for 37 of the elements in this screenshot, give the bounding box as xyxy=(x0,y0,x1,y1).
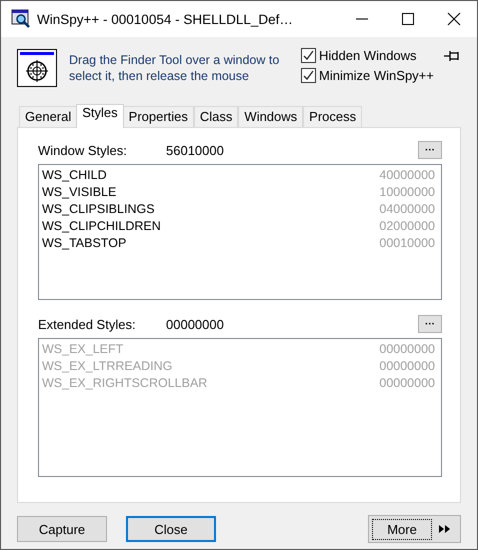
section-label: Window Styles: xyxy=(38,142,128,158)
style-value: 00000000 xyxy=(166,316,225,332)
style-name[interactable]: WS_VISIBLE xyxy=(42,184,116,198)
style-flag-value: 02000000 xyxy=(379,218,435,232)
tab[interactable]: General xyxy=(19,106,78,128)
edit-button[interactable]: ··· xyxy=(418,141,442,159)
dialog-button[interactable]: Close xyxy=(126,516,216,542)
tab[interactable]: Process xyxy=(303,106,362,128)
tab[interactable]: Class xyxy=(194,106,238,128)
style-name[interactable]: WS_CLIPSIBLINGS xyxy=(42,202,155,216)
double-arrow-icon xyxy=(438,524,452,534)
style-flag-value: 40000000 xyxy=(379,168,435,182)
style-flag-value: 00010000 xyxy=(379,236,435,250)
finder-hint: Drag the Finder Tool over a window to select it, then release the mouse xyxy=(69,52,280,84)
tab[interactable]: Windows xyxy=(238,106,304,128)
tab[interactable]: Properties xyxy=(122,106,194,128)
style-flag-value: 00000000 xyxy=(379,376,435,390)
dialog-button[interactable]: Capture xyxy=(17,516,107,542)
style-name[interactable]: WS_TABSTOP xyxy=(42,236,126,250)
pin-icon[interactable] xyxy=(443,50,461,62)
style-flag-value: 04000000 xyxy=(379,202,435,216)
check-icon xyxy=(302,69,315,82)
option-checkbox[interactable]: Minimize WinSpy++ xyxy=(301,68,434,83)
magnifier-icon xyxy=(11,9,31,29)
section-label: Extended Styles: xyxy=(38,316,137,332)
crosshair-icon[interactable] xyxy=(17,49,57,87)
window-title: WinSpy++ - 00010054 - SHELLDLL_Def… xyxy=(37,12,294,26)
more-button[interactable]: More xyxy=(368,515,461,543)
style-name[interactable]: WS_CLIPCHILDREN xyxy=(42,218,161,232)
check-icon xyxy=(302,49,315,62)
tab[interactable]: Styles xyxy=(76,104,124,128)
style-name[interactable]: WS_CHILD xyxy=(42,168,107,182)
style-flag-value: 00000000 xyxy=(379,342,435,356)
style-flag-value: 00000000 xyxy=(379,358,435,372)
option-checkbox[interactable]: Hidden Windows xyxy=(301,48,434,63)
style-value: 56010000 xyxy=(166,142,225,158)
style-flag-value: 10000000 xyxy=(379,184,435,198)
